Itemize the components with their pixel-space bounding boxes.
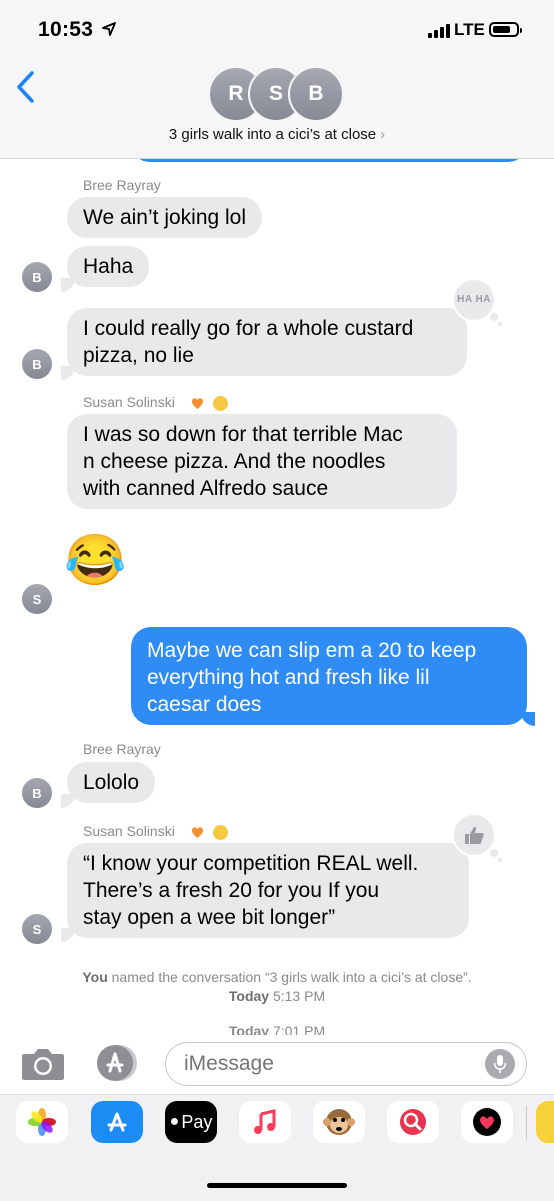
message-line: Maybe we can slip em a 20 to keep [147,639,477,662]
battery-icon [489,22,522,37]
message-line: stay open a wee bit longer” [83,906,336,929]
outgoing-message-bubble[interactable]: Maybe we can slip em a 20 to keep everyt… [131,627,527,725]
message-bubble[interactable]: We ain’t joking lol [67,197,263,238]
bubble-tail [61,366,75,380]
sender-avatar[interactable]: B [22,778,52,808]
conversation-title[interactable]: 3 girls walk into a cici’s at close › [0,126,554,143]
message-line: pizza, no lie [83,344,194,367]
location-arrow-icon [102,22,116,36]
message-bubble[interactable]: “I know your competition REAL well. Ther… [67,843,469,938]
chevron-right-icon: › [380,126,386,143]
app-store-button[interactable] [94,1043,140,1083]
message-bubble[interactable]: I could really go for a whole custard pi… [67,308,467,376]
message-bubble[interactable]: I was so down for that terrible Mac n ch… [67,414,457,509]
network-type: LTE [454,20,485,39]
drawer-divider [526,1106,527,1140]
message-line: I could really go for a whole custard [83,317,414,340]
sender-name: Susan Solinski [83,823,175,839]
sender-avatar[interactable]: B [22,262,52,292]
message-line: caesar does [147,693,262,716]
message-bubble[interactable]: Lololo [67,762,156,803]
message-bubble[interactable]: Haha [67,246,150,287]
back-chevron-icon[interactable] [14,70,36,104]
sender-name: Bree Rayray [83,177,161,193]
orange-heart-icon [191,398,204,410]
animoji-monkey-icon[interactable] [313,1101,365,1143]
message-line: everything hot and fresh like lil [147,666,430,689]
image-search-icon[interactable] [387,1101,439,1143]
group-avatar-b[interactable]: B [288,66,344,122]
sender-avatar[interactable]: B [22,349,52,379]
conversation-renamed-notice: You named the conversation “3 girls walk… [82,969,472,1004]
message-line: n cheese pizza. And the noodles [83,450,386,473]
tapback-dot [498,322,502,326]
digital-touch-icon[interactable] [461,1101,513,1143]
message-line: I was so down for that terrible Mac [83,423,403,446]
music-app-icon[interactable] [239,1101,291,1143]
message-line: “I know your competition REAL well. [83,852,419,875]
message-line: with canned Alfredo sauce [83,477,329,500]
sender-name: Bree Rayray [83,741,161,757]
tapback-dot [489,848,499,858]
message-line: There’s a fresh 20 for you If you [83,879,380,902]
photos-app-icon[interactable] [16,1101,68,1143]
apple-pay-app-icon[interactable]: ● Pay [165,1101,217,1143]
sender-name: Susan Solinski [83,394,175,410]
emoji-message[interactable]: 😂 [64,530,126,590]
smiling-face-icon [213,396,228,411]
bubble-tail [61,928,75,942]
orange-heart-icon [191,827,204,839]
sender-avatar[interactable]: S [22,914,52,944]
camera-icon[interactable] [20,1046,66,1082]
smiling-face-icon [213,825,228,840]
app-store-app-icon[interactable] [91,1101,143,1143]
conversation-title-text: 3 girls walk into a cici’s at close [168,126,377,143]
bubble-tail [521,712,535,726]
bubble-tail [61,278,75,292]
message-input[interactable] [165,1042,527,1086]
signal-icon [428,24,450,38]
tapback-dot [489,312,499,322]
sticker-app-icon[interactable] [536,1101,554,1143]
tapback-dot [498,858,502,862]
timestamp-cut: Today 7:01 PM [228,1023,326,1035]
status-time: 10:53 [38,18,94,41]
home-indicator[interactable] [207,1183,347,1188]
sender-avatar[interactable]: S [22,584,52,614]
microphone-icon[interactable] [485,1049,515,1079]
bubble-tail [61,794,75,808]
